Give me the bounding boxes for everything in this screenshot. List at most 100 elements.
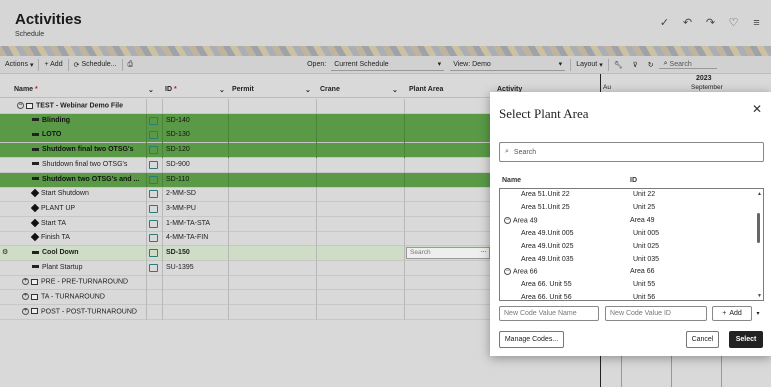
cell-divider — [316, 99, 317, 114]
close-icon[interactable]: ✕ — [752, 102, 762, 116]
notebook-icon[interactable] — [149, 219, 158, 228]
activity-name-cell[interactable]: Shutdown two OTSG's and ... — [32, 176, 139, 183]
manage-codes-button[interactable]: Manage Codes... — [499, 331, 564, 348]
activity-id-cell[interactable]: 1-MM-TA-STA — [166, 220, 210, 227]
scroll-up-icon[interactable]: ▲ — [757, 191, 762, 197]
col-header-crane[interactable]: Crane — [320, 86, 340, 93]
notebook-icon[interactable] — [149, 131, 158, 140]
activity-id-cell[interactable]: SD-110 — [166, 176, 189, 183]
diamond-icon[interactable]: ♡ — [727, 16, 740, 29]
list-body[interactable]: Area 51.Unit 22 Unit 22 Area 51.Unit 25 Uni… — [499, 188, 764, 301]
activity-name-cell[interactable]: LOTO — [32, 131, 61, 138]
list-item[interactable]: Area 49.Unit 025 Unit 025 — [500, 241, 755, 254]
milestone-icon — [30, 218, 40, 227]
activity-name-cell[interactable]: − TEST - Webinar Demo File — [17, 102, 123, 109]
activity-id-cell[interactable]: SD-140 — [166, 117, 190, 124]
list-scrollbar[interactable]: ▲ ▼ — [757, 191, 762, 299]
list-item[interactable]: Area 51.Unit 25 Unit 25 — [500, 202, 755, 215]
activity-id-cell[interactable]: SD-900 — [166, 161, 190, 168]
open-select[interactable]: Current Schedule ▾ — [331, 58, 445, 71]
dialog-search-input[interactable]: ⌕ Search — [499, 142, 764, 162]
activity-name-cell[interactable]: Blinding — [32, 117, 70, 124]
chevron-down-icon[interactable]: ⌄ — [305, 86, 311, 94]
collapse-icon[interactable]: − — [504, 216, 511, 224]
activity-name-cell[interactable]: Finish TA — [30, 233, 70, 242]
activity-id-cell[interactable]: SD-150 — [166, 249, 190, 256]
col-header-name[interactable]: Name * — [14, 86, 38, 93]
col-header-plant-area[interactable]: Plant Area — [409, 86, 443, 93]
activity-id-cell[interactable]: 2-MM-SD — [166, 190, 196, 197]
print-button[interactable]: ⎙ — [123, 61, 139, 69]
chevron-down-icon[interactable]: ⌄ — [148, 86, 154, 94]
layout-menu[interactable]: Layout ▾ — [571, 61, 608, 69]
collapse-icon[interactable]: − — [17, 102, 24, 109]
cell-divider — [404, 143, 405, 159]
cell-divider — [228, 201, 229, 217]
activity-name-cell[interactable]: + TA - TURNAROUND — [22, 293, 105, 300]
activity-id-cell[interactable]: SD-130 — [166, 131, 190, 138]
activity-id-cell[interactable]: SD-120 — [166, 146, 190, 153]
actions-menu[interactable]: Actions ▾ — [0, 61, 38, 69]
expand-icon[interactable]: + — [22, 278, 29, 286]
activity-name-cell[interactable]: Plant Startup — [32, 264, 82, 271]
activity-id-cell[interactable]: 4-MM-TA-FIN — [166, 234, 208, 241]
cell-divider — [146, 216, 147, 232]
activity-name-cell[interactable]: Shutdown final two OTSG's — [32, 161, 127, 168]
activity-name-cell[interactable]: PLANT UP — [30, 203, 75, 213]
col-header-permit[interactable]: Permit — [232, 86, 254, 93]
notebook-icon[interactable] — [149, 249, 158, 257]
filter-button[interactable]: ⊽ — [628, 61, 643, 69]
list-item[interactable]: Area 51.Unit 22 Unit 22 — [500, 189, 755, 202]
refresh-button[interactable]: ↻ — [643, 61, 659, 69]
redo-icon[interactable]: ↷ — [704, 16, 717, 29]
list-item[interactable]: − Area 49 Area 49 — [500, 215, 755, 228]
settings-button[interactable]: 🔧︎ — [609, 61, 628, 69]
scroll-thumb[interactable] — [757, 213, 760, 243]
notebook-icon[interactable] — [149, 263, 158, 272]
plant-area-cell-search[interactable]: Search — [406, 247, 490, 259]
add-button[interactable]: + Add — [39, 61, 67, 68]
notebook-icon[interactable] — [149, 116, 158, 125]
notebook-icon[interactable] — [149, 190, 158, 199]
activity-name-cell[interactable]: Start TA — [30, 218, 66, 227]
activity-id-cell[interactable]: 3-MM-PU — [166, 205, 196, 212]
new-code-name-input[interactable]: New Code Value Name — [499, 306, 599, 321]
menu-icon[interactable]: ≡ — [750, 16, 763, 29]
list-item[interactable]: − Area 66 Area 66 — [500, 266, 755, 279]
col-header-id[interactable]: ID * — [165, 86, 177, 93]
cancel-button[interactable]: Cancel — [686, 331, 719, 348]
new-code-id-input[interactable]: New Code Value ID — [605, 306, 707, 321]
chevron-down-icon[interactable]: ⌄ — [219, 86, 225, 94]
activity-name-cell[interactable]: Shutdown final two OTSG's — [32, 146, 134, 153]
collapse-icon[interactable]: − — [504, 268, 511, 276]
select-button[interactable]: Select — [729, 331, 763, 348]
search-box[interactable]: ⌕ Search — [658, 60, 717, 69]
activity-name-cell[interactable]: + PRE - PRE-TURNAROUND — [22, 278, 128, 286]
list-item[interactable]: Area 66. Unit 55 Unit 55 — [500, 279, 755, 292]
add-code-button[interactable]: + Add — [712, 306, 752, 321]
notebook-icon[interactable] — [149, 146, 158, 155]
schedule-button[interactable]: ⟳ Schedule... — [69, 61, 122, 69]
row-settings-icon[interactable]: ⚙ — [2, 248, 8, 256]
view-select[interactable]: View: Demo ▾ — [450, 58, 566, 71]
activity-name-cell[interactable]: + POST - POST-TURNAROUND — [22, 307, 137, 315]
list-item[interactable]: Area 66. Unit 56 Unit 56 — [500, 292, 755, 300]
notebook-icon[interactable] — [149, 204, 158, 213]
activity-id-cell[interactable]: SU-1395 — [166, 264, 194, 271]
chevron-down-icon[interactable]: ⌄ — [392, 86, 398, 94]
check-icon[interactable]: ✓ — [658, 16, 671, 29]
activity-name-cell[interactable]: Start Shutdown — [30, 189, 89, 198]
notebook-icon[interactable] — [149, 175, 158, 184]
undo-icon[interactable]: ↶ — [681, 16, 694, 29]
expand-icon[interactable]: + — [22, 307, 29, 315]
page-subtitle: Schedule — [15, 31, 45, 38]
list-item[interactable]: Area 49.Unit 035 Unit 035 — [500, 254, 755, 267]
expand-icon[interactable]: + — [22, 293, 29, 301]
scroll-down-icon[interactable]: ▼ — [757, 293, 762, 299]
more-icon[interactable]: … — [480, 247, 487, 254]
notebook-icon[interactable] — [149, 160, 158, 169]
list-item[interactable]: Area 49.Unit 005 Unit 005 — [500, 228, 755, 241]
add-menu-button[interactable]: ▾ — [752, 306, 764, 321]
activity-name-cell[interactable]: Cool Down — [32, 249, 79, 256]
notebook-icon[interactable] — [149, 234, 158, 243]
